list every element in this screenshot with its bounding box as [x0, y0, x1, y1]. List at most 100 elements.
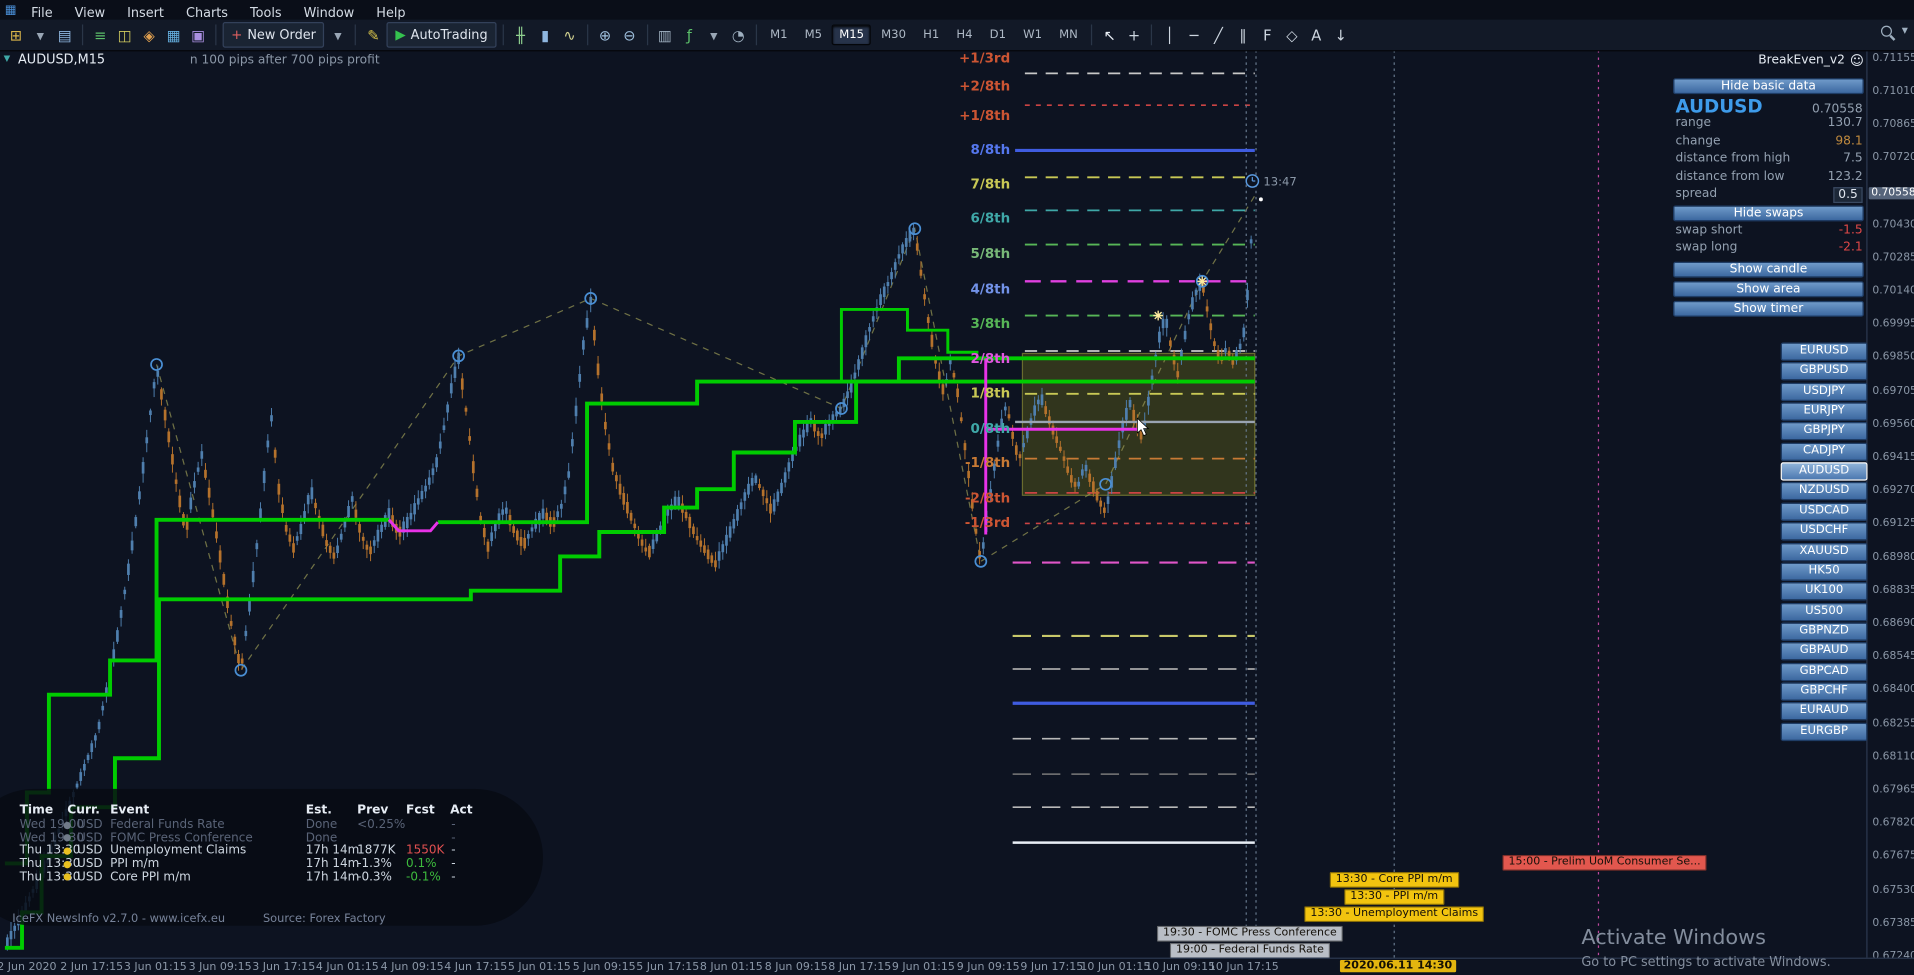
shapes-icon[interactable]: ◇ — [1281, 23, 1303, 46]
crosshair-icon[interactable]: + — [1123, 23, 1145, 46]
symbol-button-eurgbp[interactable]: EURGBP — [1780, 722, 1868, 741]
news-fcst: 1550K — [406, 844, 445, 858]
news-impact-dot — [63, 821, 71, 829]
autotrading-button[interactable]: ▶ AutoTrading — [386, 22, 497, 48]
zoom-in-icon[interactable]: ⊕ — [594, 23, 616, 46]
profiles-icon[interactable]: ▤ — [54, 23, 76, 46]
tile-windows-icon[interactable]: ▥ — [654, 23, 676, 46]
periods-icon[interactable]: ◔ — [727, 23, 749, 46]
symbol-button-gbpjpy[interactable]: GBPJPY — [1780, 422, 1868, 441]
menu-item-tools[interactable]: Tools — [239, 6, 293, 21]
show-area-button[interactable]: Show area — [1673, 281, 1864, 298]
tf-h4[interactable]: H4 — [949, 24, 980, 45]
ea-comment: n 100 pips after 700 pips profit — [189, 53, 380, 68]
news-act: - — [451, 857, 456, 871]
new-order-button[interactable]: + New Order — [222, 22, 325, 48]
symbol-button-us500[interactable]: US500 — [1780, 602, 1868, 621]
price-tick: 0.68110 — [1872, 750, 1914, 763]
terminal-icon[interactable]: ▦ — [163, 23, 185, 46]
market-watch-icon[interactable]: ≡ — [89, 23, 111, 46]
tf-m5[interactable]: M5 — [797, 24, 829, 45]
symbol-button-gbpusd[interactable]: GBPUSD — [1780, 362, 1868, 381]
show-candle-button[interactable]: Show candle — [1673, 261, 1864, 278]
toolbar-divider — [215, 24, 217, 46]
arrows-icon[interactable]: ↓ — [1330, 23, 1352, 46]
menu-item-help[interactable]: Help — [365, 6, 416, 21]
news-currency: USD — [77, 844, 103, 858]
trendline-icon[interactable]: ╱ — [1207, 23, 1229, 46]
symbol-button-nzdusd[interactable]: NZDUSD — [1780, 482, 1868, 501]
panel-row-value: 7.5 — [1843, 151, 1863, 166]
symbol-button-hk50[interactable]: HK50 — [1780, 562, 1868, 581]
symbol-button-usdcad[interactable]: USDCAD — [1780, 502, 1868, 521]
time-tick: 3 Jun 09:15 — [188, 961, 252, 974]
menu-items: File View Insert Charts Tools Window Help — [20, 0, 416, 21]
menu-item-insert[interactable]: Insert — [116, 6, 175, 21]
tf-m15[interactable]: M15 — [831, 24, 872, 46]
symbol-button-audusd[interactable]: AUDUSD — [1780, 462, 1868, 481]
text-icon[interactable]: A — [1305, 23, 1327, 46]
cursor-icon[interactable]: ↖ — [1099, 23, 1121, 46]
tf-h1[interactable]: H1 — [916, 24, 947, 45]
price-tick: 0.68255 — [1872, 717, 1914, 730]
activate-windows-watermark: Activate Windows — [1581, 925, 1766, 951]
data-window-icon[interactable]: ◫ — [114, 23, 136, 46]
tf-m30[interactable]: M30 — [874, 24, 913, 45]
panel-row-label: distance from low — [1675, 169, 1785, 184]
fibonacci-icon[interactable]: F — [1256, 23, 1278, 46]
symbol-button-usdchf[interactable]: USDCHF — [1780, 522, 1868, 541]
symbol-button-gbpchf[interactable]: GBPCHF — [1780, 682, 1868, 701]
bar-chart-icon[interactable]: ╫ — [510, 23, 532, 46]
time-tick: 9 Jun 17:15 — [1020, 961, 1084, 974]
new-order-dropdown-icon[interactable]: ▾ — [327, 23, 349, 46]
menu-item-window[interactable]: Window — [293, 6, 366, 21]
channel-icon[interactable]: ∥ — [1232, 23, 1254, 46]
indicators-dropdown-icon[interactable]: ▾ — [703, 23, 725, 46]
toolbar-overflow-icon[interactable]: ▾ — [1902, 24, 1908, 37]
news-impact-dot — [63, 847, 71, 855]
zoom-out-icon[interactable]: ⊖ — [618, 23, 640, 46]
strategy-tester-icon[interactable]: ▣ — [187, 23, 209, 46]
candle-chart-icon[interactable]: ▮ — [534, 23, 556, 46]
news-est: Done — [305, 818, 338, 832]
vertical-line-icon[interactable]: │ — [1159, 23, 1181, 46]
tf-m1[interactable]: M1 — [763, 24, 795, 45]
symbol-button-uk100[interactable]: UK100 — [1780, 582, 1868, 601]
news-time: Wed 19:30 — [19, 831, 85, 845]
chart-marker-icon: ▼ — [3, 53, 11, 64]
tf-w1[interactable]: W1 — [1016, 24, 1050, 45]
symbol-button-eurusd[interactable]: EURUSD — [1780, 342, 1868, 361]
ea-smiley-icon[interactable]: ☺ — [1850, 53, 1864, 69]
navigator-icon[interactable]: ◈ — [138, 23, 160, 46]
horizontal-line-icon[interactable]: ─ — [1183, 23, 1205, 46]
menu-item-view[interactable]: View — [64, 6, 116, 21]
symbol-button-eurjpy[interactable]: EURJPY — [1780, 402, 1868, 421]
menu-item-charts[interactable]: Charts — [175, 6, 239, 21]
hide-swaps-button[interactable]: Hide swaps — [1673, 205, 1864, 222]
symbol-button-gbpaud[interactable]: GBPAUD — [1780, 642, 1868, 661]
mt4-terminal: ▦ File View Insert Charts Tools Window Help ⊞ ▾… — [0, 0, 1914, 975]
new-chart-dropdown-icon[interactable]: ▾ — [29, 23, 51, 46]
symbol-button-usdjpy[interactable]: USDJPY — [1780, 382, 1868, 401]
symbol-button-gbpnzd[interactable]: GBPNZD — [1780, 622, 1868, 641]
panel-row-label: range — [1675, 116, 1712, 130]
tf-mn[interactable]: MN — [1052, 24, 1085, 45]
menu-item-file[interactable]: File — [20, 6, 64, 21]
search-icon[interactable] — [1880, 25, 1892, 37]
show-timer-button[interactable]: Show timer — [1673, 300, 1864, 317]
hide-basic-data-button[interactable]: Hide basic data — [1673, 78, 1864, 95]
price-axis[interactable]: 0.71155 0.71010 0.70865 0.70720 0.70430 0.702… — [1866, 50, 1914, 962]
tf-d1[interactable]: D1 — [982, 24, 1013, 45]
metaeditor-icon[interactable]: ✎ — [362, 23, 384, 46]
new-chart-icon[interactable]: ⊞ — [5, 23, 27, 46]
toolbar-divider — [586, 24, 588, 46]
symbol-button-gbpcad[interactable]: GBPCAD — [1780, 662, 1868, 681]
symbol-button-xauusd[interactable]: XAUUSD — [1780, 542, 1868, 561]
price-tick: 0.70865 — [1872, 118, 1914, 131]
symbol-button-euraud[interactable]: EURAUD — [1780, 702, 1868, 721]
symbol-button-cadjpy[interactable]: CADJPY — [1780, 442, 1868, 461]
indicators-icon[interactable]: ƒ — [678, 23, 700, 46]
line-chart-icon[interactable]: ∿ — [559, 23, 581, 46]
toolbar-divider — [1091, 24, 1093, 46]
panel-swap-label: swap short — [1675, 223, 1743, 238]
